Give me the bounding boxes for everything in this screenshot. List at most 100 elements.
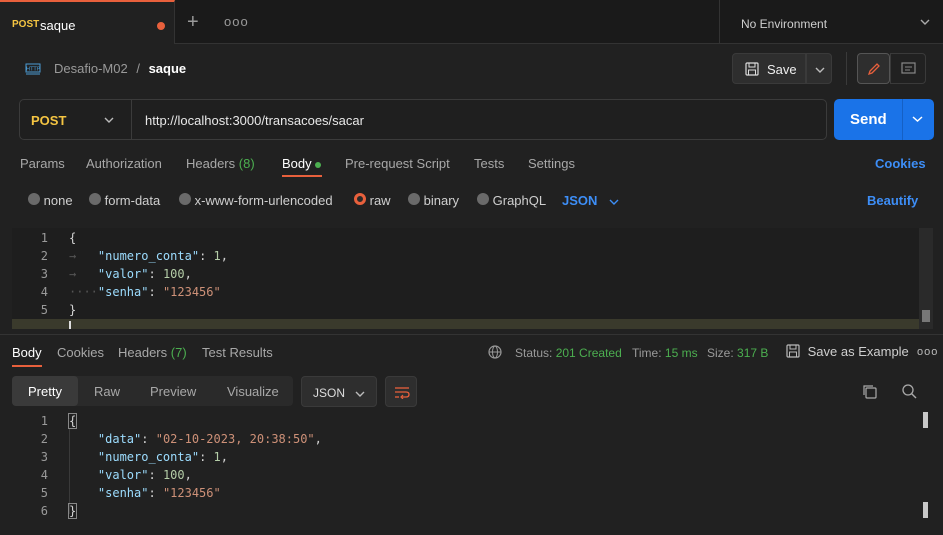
search-icon[interactable] [902,384,917,399]
json-value: "123456" [162,486,221,500]
tab-settings[interactable]: Settings [528,156,575,171]
line-number: 4 [40,285,48,299]
edit-button[interactable] [857,53,890,84]
time-value[interactable]: 15 ms [665,346,698,360]
breadcrumb-request[interactable]: saque [149,61,187,76]
code-line [69,319,228,329]
code-line: → "numero_conta": 1, [69,249,228,263]
line-number: 3 [40,450,48,464]
response-tab-headers-label: Headers [118,345,168,360]
environment-selector[interactable]: No Environment [719,0,943,44]
response-body-viewer[interactable]: 1 2 3 4 5 6 { "data": "02-10-2023, 20:38… [12,412,933,532]
response-tab-headers[interactable]: Headers (7) [118,345,187,360]
body-type-graphql[interactable]: GraphQL [477,193,546,208]
scrollbar-thumb[interactable] [922,310,930,322]
more-options-icon[interactable]: ooo [917,346,938,358]
save-button[interactable]: Save [732,53,806,84]
body-type-none[interactable]: none [28,193,73,208]
divider [846,52,847,85]
code-line: { [69,231,77,245]
wrap-lines-icon [395,387,410,399]
line-number: 3 [40,267,48,281]
code-line: "numero_conta": 1, [97,450,228,464]
line-number: 6 [40,504,48,518]
response-format-selector[interactable]: JSON [301,376,377,407]
tab-headers[interactable]: Headers (8) [186,156,255,171]
save-options-button[interactable] [806,53,832,84]
line-number: 2 [40,249,48,263]
new-tab-plus-icon[interactable]: + [187,12,199,32]
response-tab-test-results[interactable]: Test Results [202,345,273,360]
scroll-marker [923,412,928,428]
chevron-down-icon [355,391,365,397]
json-value: 1 [213,249,221,263]
request-body-editor[interactable]: 1 2 3 4 5 6 { → "numero_conta": 1, → "va… [12,228,933,329]
format-selector[interactable]: JSON [562,193,619,208]
body-type-form-data[interactable]: form-data [89,193,160,208]
view-mode-visualize[interactable]: Visualize [227,384,279,399]
code-line: "valor": 100, [97,468,192,482]
radio-selected-icon [354,193,366,205]
code-line: "data": "02-10-2023, 20:38:50", [97,432,322,446]
body-indicator-icon [315,161,322,168]
size-value[interactable]: 317 B [737,346,768,360]
body-type-urlencoded[interactable]: x-www-form-urlencoded [179,193,333,208]
line-number: 5 [40,303,48,317]
url-input[interactable]: http://localhost:3000/transacoes/sacar [145,113,364,128]
tab-name: saque [40,18,76,33]
response-status: Status: 201 Created [515,346,622,360]
code-line: ····"senha": "123456" [69,285,221,299]
save-as-example-button[interactable]: Save as Example [786,344,909,359]
time-label: Time: [632,346,662,360]
send-button[interactable]: Send [834,99,934,140]
copy-icon[interactable] [862,384,877,399]
view-mode-raw[interactable]: Raw [94,384,120,399]
breadcrumb-collection[interactable]: Desafio-M02 [54,61,128,76]
json-key: "data" [97,432,142,446]
pane-divider[interactable] [0,334,943,335]
line-number: 2 [40,432,48,446]
response-tab-cookies[interactable]: Cookies [57,345,104,360]
line-number: 4 [40,468,48,482]
documentation-button[interactable] [890,53,926,84]
body-type-raw[interactable]: raw [354,193,391,208]
scrollbar[interactable] [919,228,933,329]
beautify-button[interactable]: Beautify [867,193,918,208]
cookies-link[interactable]: Cookies [875,156,926,171]
scroll-marker [923,502,928,518]
view-mode-preview[interactable]: Preview [150,384,196,399]
tab-authorization[interactable]: Authorization [86,156,162,171]
body-type-graphql-label: GraphQL [492,193,547,208]
tab-body[interactable]: Body [282,156,322,171]
more-tabs-icon[interactable]: ooo [224,14,249,29]
breadcrumb: Desafio-M02 / saque [54,61,186,76]
body-type-binary-label: binary [423,193,460,208]
view-mode-pretty[interactable]: Pretty [12,376,78,406]
line-gutter: 1 2 3 4 5 6 [12,229,48,329]
code-content: { "data": "02-10-2023, 20:38:50", "numer… [67,412,322,520]
pencil-icon [867,63,880,76]
status-badge[interactable]: 201 Created [556,346,622,360]
chevron-down-icon [815,67,825,73]
divider [902,99,903,140]
matched-bracket: } [67,503,78,519]
json-key: "numero_conta" [97,249,200,263]
wrap-lines-button[interactable] [385,376,417,407]
globe-icon[interactable] [488,345,502,359]
chevron-down-icon [920,19,930,25]
tab-params[interactable]: Params [20,156,65,171]
active-tab-underline [282,175,322,177]
response-tab-body[interactable]: Body [12,345,42,360]
code-line: "senha": "123456" [97,486,221,500]
body-type-binary[interactable]: binary [408,193,459,208]
svg-text:HTTP: HTTP [26,67,41,73]
request-tab[interactable]: POST saque [0,0,175,44]
tab-prerequest[interactable]: Pre-request Script [345,156,450,171]
json-value: 1 [213,450,221,464]
tab-body-label: Body [282,156,312,171]
tab-tests[interactable]: Tests [474,156,504,171]
code-content: { → "numero_conta": 1, → "valor": 100, ·… [69,229,228,329]
json-value: 100 [162,468,185,482]
breadcrumb-separator: / [136,61,140,76]
method-selector[interactable]: POST [20,100,132,139]
